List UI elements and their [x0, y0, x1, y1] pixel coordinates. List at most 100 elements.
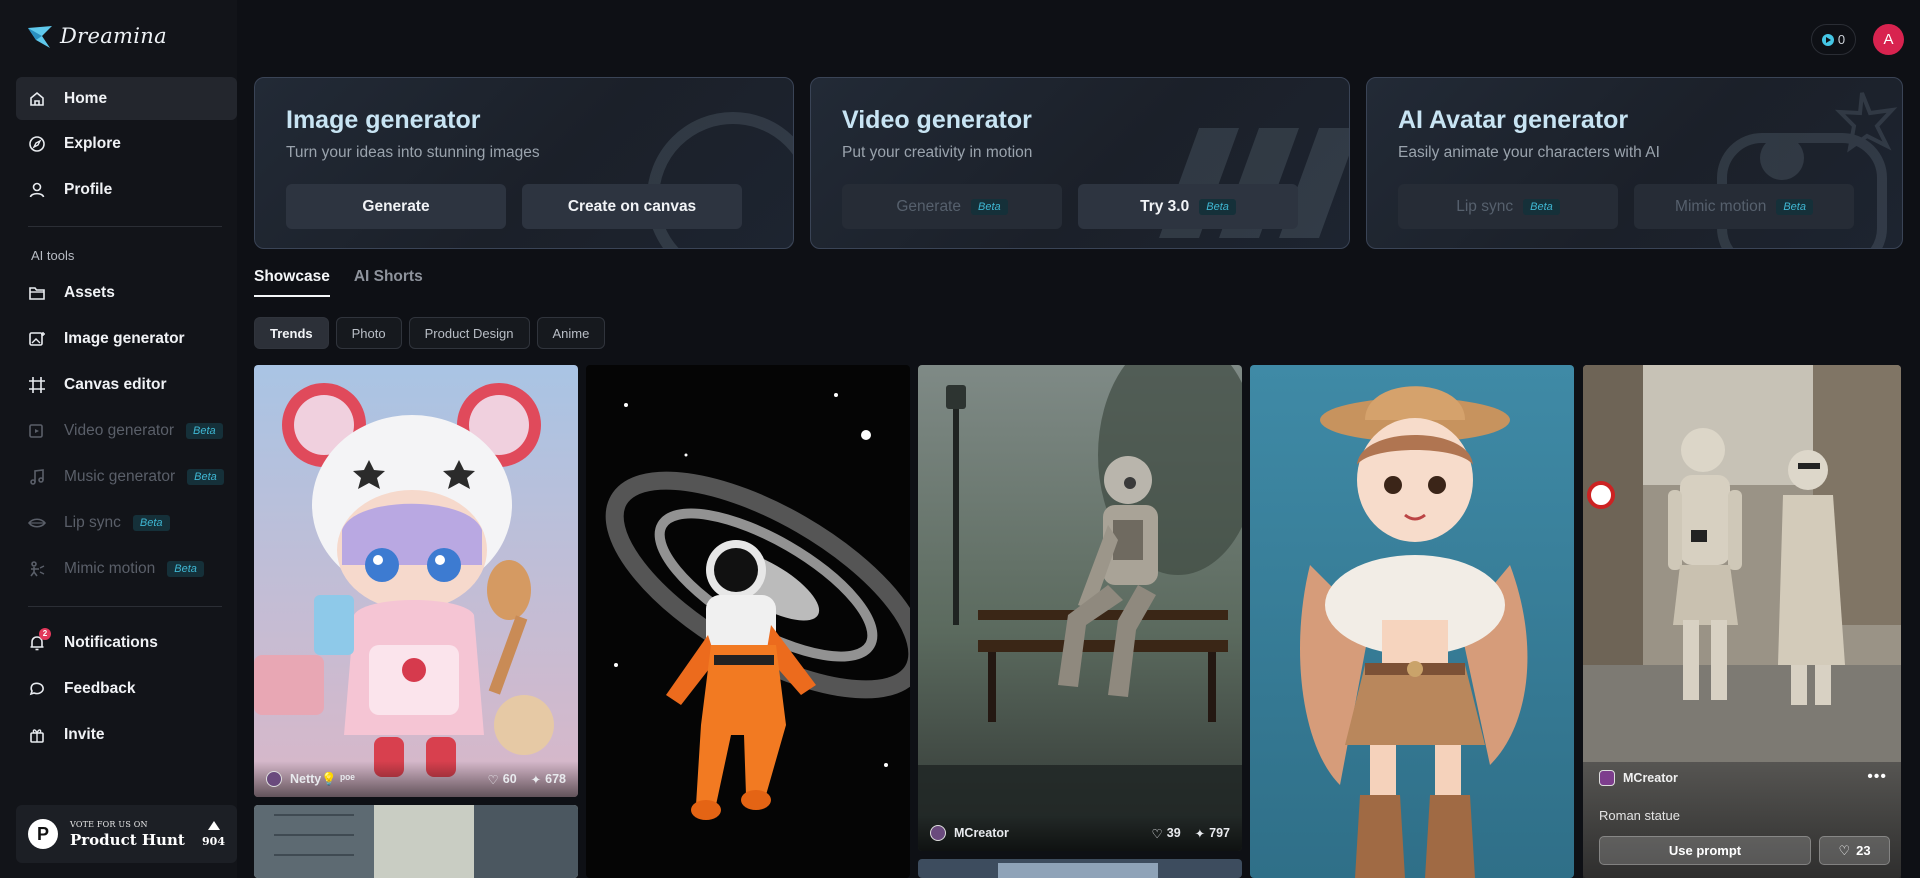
astronaut-image: [586, 365, 910, 878]
sidebar-item-video-generator[interactable]: Video generator Beta: [16, 409, 237, 452]
use-count: ✦ 797: [1195, 826, 1230, 841]
sidebar-item-label: Assets: [64, 283, 115, 301]
sidebar-item-feedback[interactable]: Feedback: [16, 667, 237, 710]
likes-value: 39: [1166, 826, 1181, 840]
video-icon: [28, 422, 46, 440]
use-prompt-button[interactable]: Use prompt: [1599, 836, 1811, 865]
video-generator-card: Video generator Put your creativity in m…: [810, 77, 1350, 249]
app-logo[interactable]: Dreamina: [26, 22, 167, 50]
sidebar-item-label: Image generator: [64, 329, 185, 347]
chip-trends[interactable]: Trends: [254, 317, 329, 349]
more-options-icon[interactable]: •••: [1867, 768, 1887, 786]
like-button[interactable]: ♡ 23: [1819, 836, 1890, 865]
like-count[interactable]: ♡ 60: [488, 772, 517, 787]
folder-icon: [28, 284, 46, 302]
heart-icon: ♡: [1838, 842, 1851, 858]
sidebar-item-profile[interactable]: Profile: [16, 168, 237, 211]
compass-icon: [28, 135, 46, 153]
author-name[interactable]: Netty💡 ᵖᵒᵉ: [290, 772, 355, 787]
sidebar-item-mimic-motion[interactable]: Mimic motion Beta: [16, 547, 237, 590]
sparkle-icon: ✦: [530, 772, 542, 787]
sidebar-item-label: Invite: [64, 725, 105, 743]
chip-photo[interactable]: Photo: [335, 317, 402, 349]
like-count[interactable]: ♡ 39: [1152, 826, 1181, 841]
lip-sync-button[interactable]: Lip sync Beta: [1398, 184, 1618, 229]
content-tabs: Showcase AI Shorts: [254, 268, 423, 297]
try-3-button[interactable]: Try 3.0 Beta: [1078, 184, 1298, 229]
beta-badge: Beta: [132, 514, 170, 531]
gallery-item-toy[interactable]: Netty💡 ᵖᵒᵉ ♡ 60 ✦ 678: [254, 365, 578, 797]
user-avatar[interactable]: A: [1873, 24, 1904, 55]
divider: [28, 606, 222, 607]
gallery-item-next[interactable]: [918, 859, 1242, 878]
author-avatar: [1599, 770, 1615, 786]
upvote-icon: [207, 820, 220, 830]
prompt-caption: Roman statue: [1599, 808, 1680, 823]
sidebar: Dreamina Home Explore Profile AI tools A…: [0, 0, 237, 878]
sidebar-item-canvas-editor[interactable]: Canvas editor: [16, 363, 237, 406]
lips-icon: [28, 514, 46, 532]
tab-showcase[interactable]: Showcase: [254, 268, 330, 297]
sidebar-item-label: Notifications: [64, 633, 158, 651]
dreamina-logo-icon: [28, 26, 52, 48]
button-label: Create on canvas: [567, 197, 697, 215]
create-on-canvas-button[interactable]: Create on canvas: [522, 184, 742, 229]
section-label-ai-tools: AI tools: [31, 248, 75, 263]
gallery-item-astronaut[interactable]: [586, 365, 910, 878]
app-name: Dreamina: [60, 24, 167, 48]
sidebar-item-image-generator[interactable]: Image generator: [16, 317, 237, 360]
item-author[interactable]: MCreator: [1599, 770, 1678, 786]
chip-anime[interactable]: Anime: [536, 317, 606, 349]
card-title: Video generator: [842, 106, 1032, 134]
beta-badge: Beta: [971, 198, 1008, 215]
sidebar-item-lip-sync[interactable]: Lip sync Beta: [16, 501, 237, 544]
mimic-motion-button[interactable]: Mimic motion Beta: [1634, 184, 1854, 229]
sidebar-item-home[interactable]: Home: [16, 77, 237, 120]
gallery-item-building[interactable]: [254, 805, 578, 878]
frame-icon: [28, 376, 46, 394]
sidebar-item-notifications[interactable]: 2 Notifications: [16, 621, 237, 664]
sidebar-item-assets[interactable]: Assets: [16, 271, 237, 314]
sidebar-item-invite[interactable]: Invite: [16, 713, 237, 756]
cowgirl-image: [1250, 365, 1574, 878]
sidebar-item-label: Feedback: [64, 679, 136, 697]
gallery-item-cowgirl[interactable]: [1250, 365, 1574, 878]
item-footer: Netty💡 ᵖᵒᵉ ♡ 60 ✦ 678: [254, 761, 578, 797]
ai-avatar-generator-card: AI Avatar generator Easily animate your …: [1366, 77, 1903, 249]
card-title: AI Avatar generator: [1398, 106, 1629, 134]
sidebar-item-music-generator[interactable]: Music generator Beta: [16, 455, 237, 498]
sidebar-item-label: Video generator: [64, 421, 175, 439]
motion-icon: [28, 560, 46, 578]
gallery-item-robot[interactable]: MCreator ♡ 39 ✦ 797: [918, 365, 1242, 851]
card-subtitle: Put your creativity in motion: [842, 144, 1033, 161]
statue-hover-panel: MCreator ••• Roman statue Use prompt ♡ 23: [1583, 762, 1901, 878]
product-hunt-banner[interactable]: P VOTE FOR US ON Product Hunt 904: [16, 805, 237, 863]
product-hunt-logo-icon: P: [28, 819, 58, 849]
author-name[interactable]: MCreator: [954, 826, 1009, 840]
image-generate-button[interactable]: Generate: [286, 184, 506, 229]
sidebar-item-label: Mimic motion: [64, 559, 156, 577]
uses-value: 797: [1209, 826, 1230, 840]
heart-icon: ♡: [487, 772, 499, 787]
beta-badge: Beta: [186, 422, 223, 439]
button-label: Mimic motion: [1675, 197, 1767, 215]
sidebar-item-explore[interactable]: Explore: [16, 122, 237, 165]
beta-badge: Beta: [167, 560, 204, 577]
image-plus-icon: [28, 330, 46, 348]
sidebar-item-label: Explore: [64, 134, 121, 152]
gift-icon: [28, 726, 46, 744]
sidebar-item-label: Profile: [64, 180, 113, 198]
chip-product-design[interactable]: Product Design: [408, 317, 530, 349]
credit-icon: [1821, 33, 1834, 46]
credit-count: 0: [1837, 32, 1846, 47]
likes-value: 60: [502, 772, 517, 786]
image-generator-card: Image generator Turn your ideas into stu…: [254, 77, 794, 249]
beta-badge: Beta: [187, 468, 224, 485]
video-generate-button[interactable]: Generate Beta: [842, 184, 1062, 229]
card-subtitle: Easily animate your characters with AI: [1398, 144, 1660, 161]
next-item-image: [918, 859, 1242, 878]
credits-pill[interactable]: 0: [1811, 24, 1856, 55]
tab-ai-shorts[interactable]: AI Shorts: [354, 268, 423, 297]
bell-icon: 2: [28, 627, 51, 652]
music-icon: [28, 468, 46, 486]
